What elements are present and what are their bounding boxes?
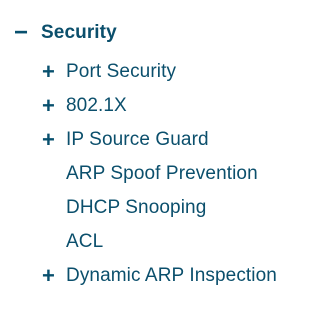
tree-item-dhcp-snooping[interactable]: DHCP Snooping <box>42 193 206 223</box>
tree-item-label[interactable]: ARP Spoof Prevention <box>66 163 258 185</box>
navigation-tree: − Security + Port Security + 802.1X + IP… <box>0 0 336 320</box>
tree-node-label[interactable]: Security <box>41 22 117 44</box>
tree-node-security[interactable]: − Security <box>14 18 117 48</box>
tree-item-port-security[interactable]: + Port Security <box>42 57 176 87</box>
expand-icon[interactable]: + <box>42 61 66 83</box>
tree-item-arp-spoof-prevention[interactable]: ARP Spoof Prevention <box>42 159 258 189</box>
tree-item-acl[interactable]: ACL <box>42 227 103 257</box>
expand-icon[interactable]: + <box>42 129 66 151</box>
tree-item-label[interactable]: Port Security <box>66 61 176 83</box>
tree-item-ip-source-guard[interactable]: + IP Source Guard <box>42 125 209 155</box>
tree-item-8021x[interactable]: + 802.1X <box>42 91 127 121</box>
expand-icon[interactable]: + <box>42 95 66 117</box>
tree-item-label[interactable]: DHCP Snooping <box>66 197 206 219</box>
tree-item-label[interactable]: Dynamic ARP Inspection <box>66 265 277 287</box>
tree-item-label[interactable]: 802.1X <box>66 95 127 117</box>
tree-item-dynamic-arp-inspection[interactable]: + Dynamic ARP Inspection <box>42 261 277 291</box>
tree-item-label[interactable]: ACL <box>66 231 103 253</box>
collapse-icon[interactable]: − <box>14 21 41 45</box>
tree-item-label[interactable]: IP Source Guard <box>66 129 209 151</box>
expand-icon[interactable]: + <box>42 265 66 287</box>
